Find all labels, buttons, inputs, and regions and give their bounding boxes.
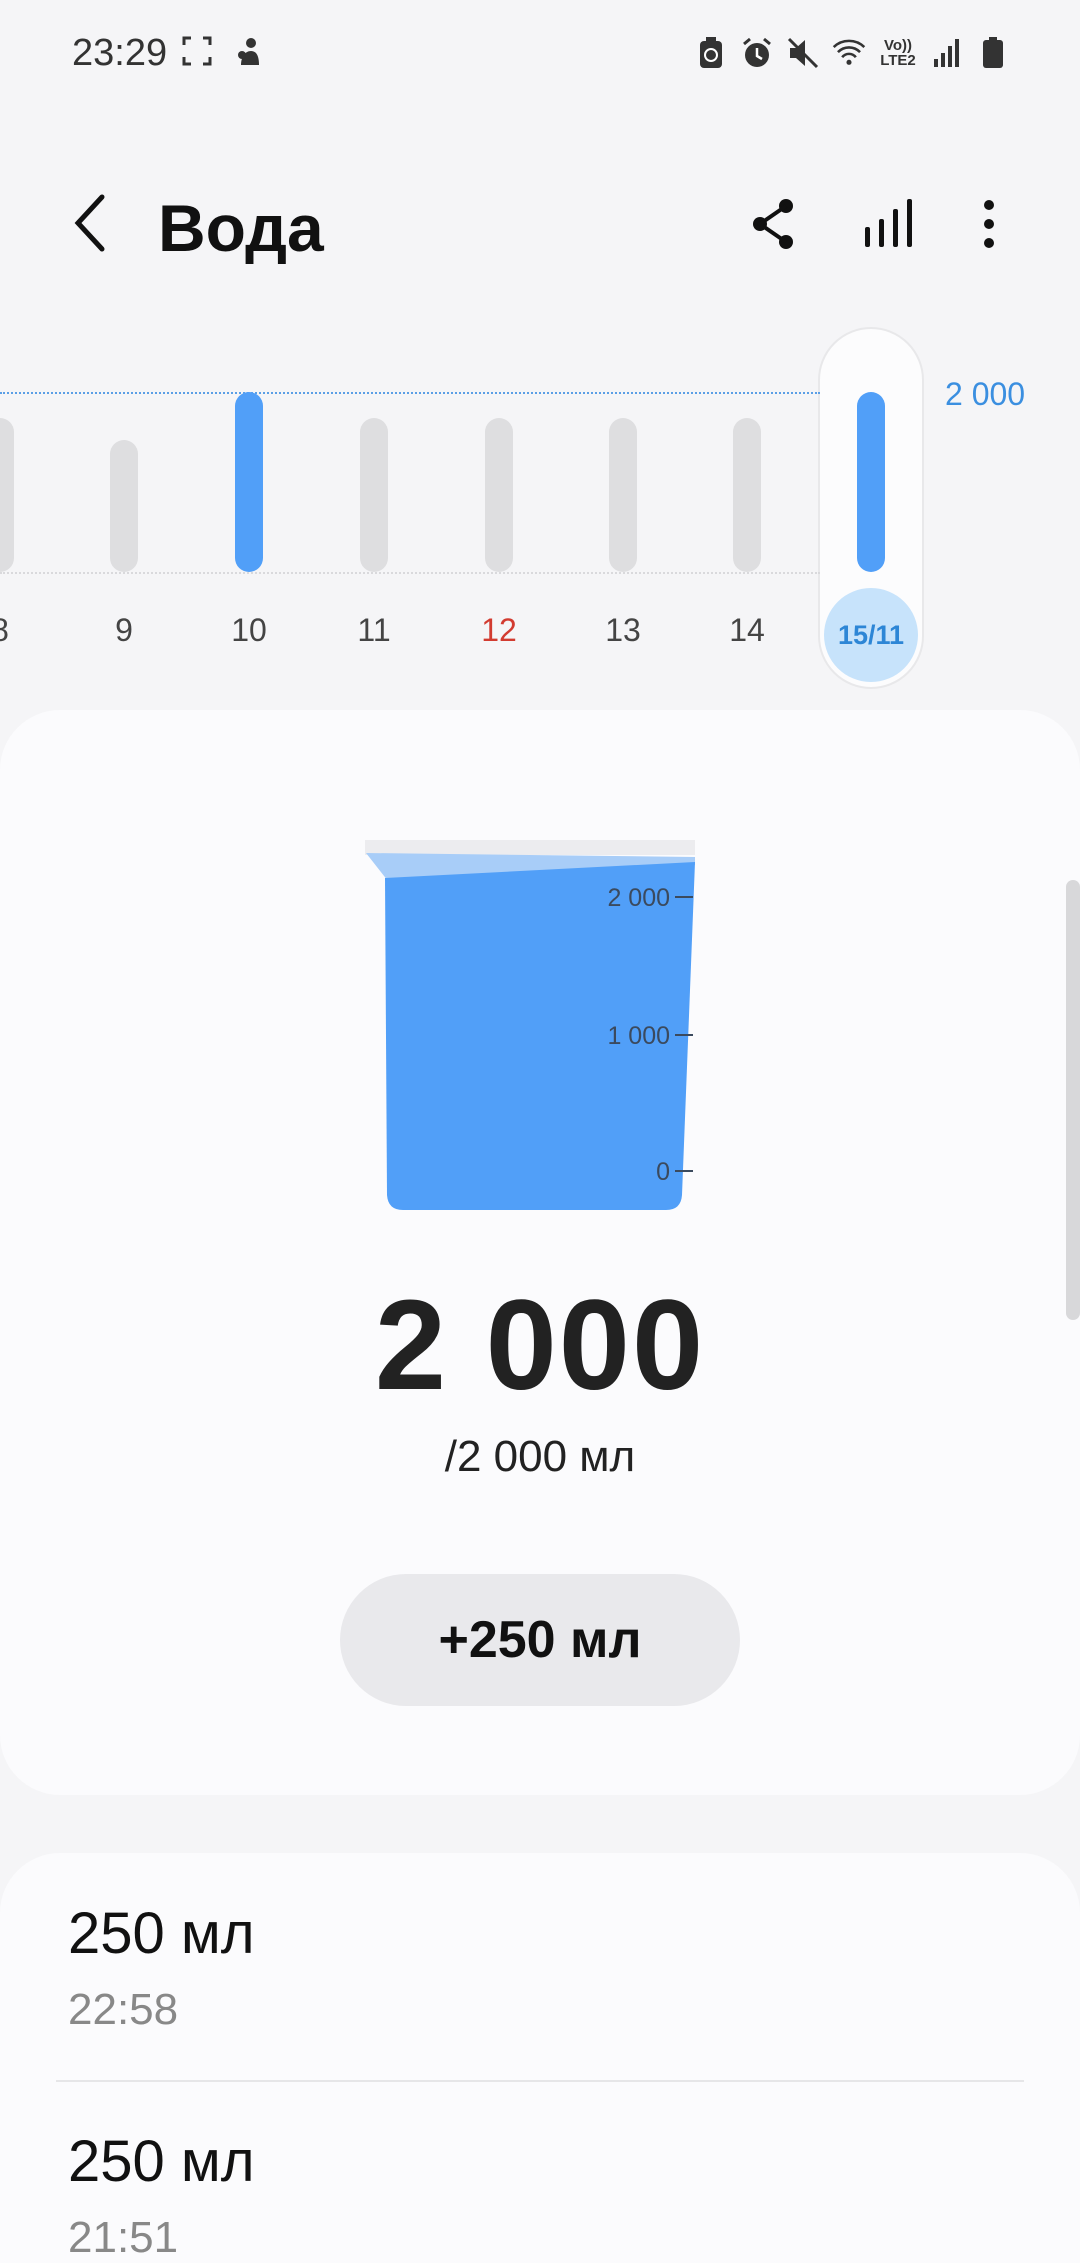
more-icon [982,199,996,254]
day-label: 10 [231,612,267,648]
day-label: 13 [605,612,641,648]
alarm-icon [740,36,774,70]
intake-goal: /2 000 мл [444,1432,636,1481]
day-bar-13[interactable] [609,418,637,572]
log-item-amount[interactable]: 250 мл [68,2128,255,2195]
list-divider [56,2080,1024,2082]
status-left-icons [180,34,266,68]
more-options-button[interactable] [953,190,1025,262]
back-button[interactable] [60,190,120,260]
share-icon [748,197,798,256]
status-time: 23:29 [72,32,168,74]
water-cup[interactable]: 2 000 1 000 0 [360,835,705,1215]
day-label: 9 [115,612,133,648]
wifi-icon [832,36,866,70]
selected-date-label[interactable]: 15/11 [824,588,918,682]
day-bar-15-11[interactable] [857,392,885,572]
day-label: 8 [0,612,40,649]
cup-scale-label: 2 000 [607,884,670,912]
status-bar: 23:29 Vo)) LTE2 [0,0,1080,110]
day-label: 12 [481,612,517,648]
cup-scale-label: 1 000 [607,1022,670,1050]
day-bar-12[interactable] [485,418,513,572]
battery-icon [976,36,1010,70]
battery-saver-icon [694,36,728,70]
trends-button[interactable] [852,190,924,262]
add-250ml-button[interactable]: +250 мл [340,1574,740,1706]
volte-lte2-icon: Vo)) LTE2 [880,37,916,69]
goal-line [0,392,820,394]
screenshot-icon [180,34,214,68]
scrollbar[interactable] [1066,880,1080,1320]
day-label: 11 [357,612,391,648]
cup-scale-label: 0 [656,1158,670,1186]
chevron-left-icon [70,193,110,258]
day-label: 14 [729,612,765,648]
page-title: Вода [158,191,324,265]
base-line [0,572,820,574]
log-item-amount[interactable]: 250 мл [68,1900,255,1967]
day-bar-8[interactable] [0,418,14,572]
intake-value: 2 000 [374,1274,706,1417]
day-bar-11[interactable] [360,418,388,572]
status-right-icons: Vo)) LTE2 [694,36,1010,70]
day-bar-10[interactable] [235,392,263,572]
app-notification-icon [232,34,266,68]
signal-icon [930,36,964,70]
goal-label: 2 000 [945,376,1026,412]
mute-icon [786,36,820,70]
stats-icon [862,197,914,256]
log-item-time: 21:51 [68,2213,179,2262]
log-item-time: 22:58 [68,1985,179,2034]
share-button[interactable] [737,190,809,262]
day-bar-9[interactable] [110,440,138,572]
cup-rim [365,840,695,855]
day-bar-14[interactable] [733,418,761,572]
